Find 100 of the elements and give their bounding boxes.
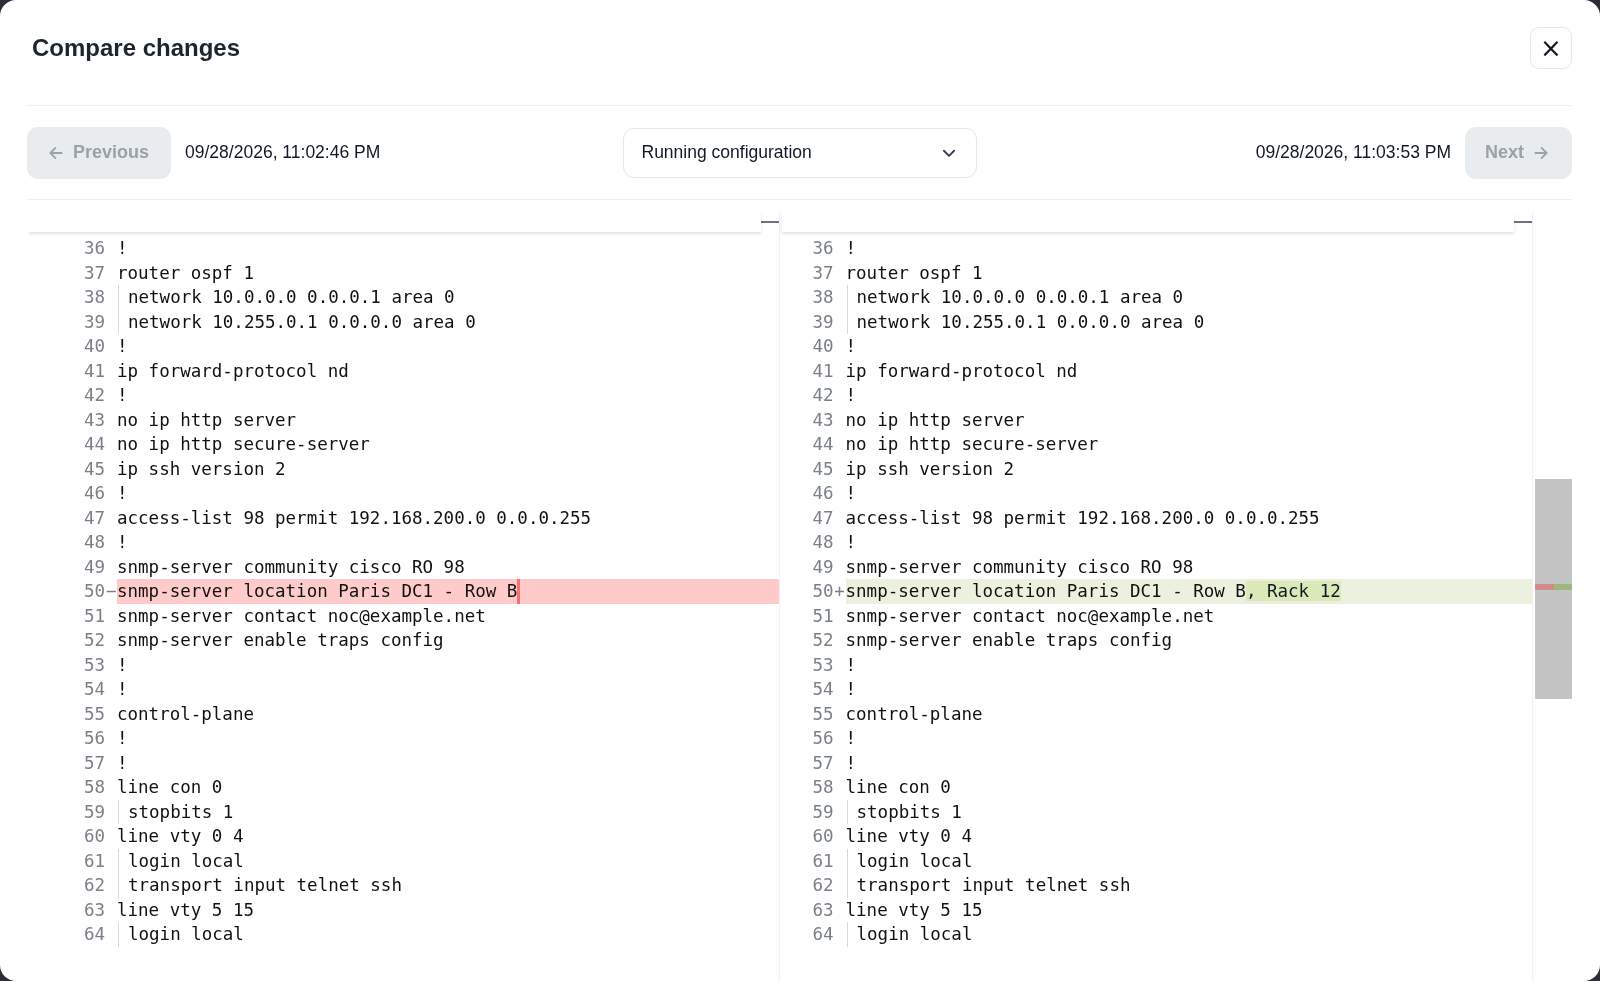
code-line: stopbits 1 [856, 801, 962, 822]
line-number: 39 [82, 311, 105, 332]
line-number: 41 [811, 360, 834, 381]
inserted-text: , Rack 12 [1245, 581, 1341, 602]
code-line: router ospf 1 [845, 262, 983, 283]
line-number: 38 [82, 287, 105, 308]
code-line: snmp-server location Paris DC1 - Row B [845, 581, 1246, 602]
code-line: ! [117, 336, 128, 357]
line-number: 61 [811, 850, 834, 871]
code-line: ! [845, 752, 857, 773]
code-line: ! [117, 483, 128, 504]
scroll-marker [760, 221, 779, 223]
code-line: snmp-server contact noc@example.net [117, 605, 486, 626]
line-number: 47 [82, 507, 105, 528]
line-number: 61 [82, 850, 105, 871]
line-number: 36 [82, 238, 105, 259]
code-line: no ip http server [117, 409, 297, 430]
line-number: 43 [811, 409, 834, 430]
line-number: 53 [811, 654, 834, 675]
line-number: 55 [82, 703, 105, 724]
line-number: 63 [82, 899, 105, 920]
scroll-marker [1514, 221, 1533, 223]
code-line: ! [117, 679, 128, 700]
line-number: 42 [82, 385, 105, 406]
code-line: snmp-server enable traps config [117, 630, 444, 651]
line-number: 47 [811, 507, 834, 528]
code-line: ip forward-protocol nd [117, 360, 349, 381]
line-number: 51 [82, 605, 105, 626]
line-number: 37 [82, 262, 105, 283]
code-line: line vty 0 4 [845, 826, 972, 847]
code-line: access-list 98 permit 192.168.200.0 0.0.0.255 [117, 507, 592, 528]
code-line: no ip http secure-server [117, 434, 370, 455]
line-number: 52 [82, 630, 105, 651]
line-number: 56 [811, 728, 834, 749]
line-number: 37 [811, 262, 834, 283]
code-line: control-plane [845, 703, 983, 724]
line-number: 56 [82, 728, 105, 749]
deletion-marker [517, 579, 521, 604]
code-line: access-list 98 permit 192.168.200.0 0.0.0.255 [845, 507, 1320, 528]
code-line: snmp-server community cisco RO 98 [845, 556, 1194, 577]
line-number: 36 [811, 238, 834, 259]
code-line: no ip http secure-server [845, 434, 1099, 455]
line-number: 52 [811, 630, 834, 651]
code-line: control-plane [117, 703, 254, 724]
code-line: ip ssh version 2 [845, 458, 1015, 479]
code-line: stopbits 1 [128, 801, 234, 822]
line-number: 60 [811, 826, 834, 847]
line-number: 49 [82, 556, 105, 577]
code-line: snmp-server location Paris DC1 - Row B [117, 581, 518, 602]
code-line: ! [117, 532, 128, 553]
line-number: 57 [811, 752, 834, 773]
code-line: ! [117, 238, 128, 259]
line-number: 48 [811, 532, 834, 553]
line-number: 49 [811, 556, 834, 577]
code-line: router ospf 1 [117, 262, 254, 283]
code-line: ! [845, 385, 857, 406]
timestamp: 09/28/2026, 11:03:53 PM [1255, 142, 1451, 163]
code-line: ! [845, 532, 857, 553]
code-line: network 10.255.0.1 0.0.0.0 area 0 [128, 311, 476, 332]
line-number: 55 [811, 703, 834, 724]
line-number: 38 [811, 287, 834, 308]
code-line: login local [128, 850, 244, 871]
line-number: 51 [811, 605, 834, 626]
config-select[interactable]: Running configuration [622, 127, 977, 178]
code-line: ! [117, 654, 128, 675]
code-line: login local [856, 850, 973, 871]
close-button[interactable]: × [1530, 26, 1572, 69]
code-line: ! [117, 728, 128, 749]
code-line: ip forward-protocol nd [845, 360, 1078, 381]
line-number: 58 [811, 777, 834, 798]
code-line: line vty 5 15 [117, 899, 254, 920]
code-line: ip ssh version 2 [117, 458, 286, 479]
dialog-title: Compare changes [32, 33, 241, 62]
line-number: 53 [82, 654, 105, 675]
code-line: snmp-server community cisco RO 98 [117, 556, 465, 577]
line-number: 59 [811, 801, 834, 822]
code-line: snmp-server contact noc@example.net [845, 605, 1215, 626]
code-line: ! [845, 679, 857, 700]
code-line: ! [845, 483, 857, 504]
code-line: line con 0 [117, 777, 223, 798]
code-line: login local [128, 924, 244, 945]
line-number: 44 [82, 434, 105, 455]
line-number: 58 [82, 777, 105, 798]
line-number: 64 [82, 924, 105, 945]
line-number: 54 [82, 679, 105, 700]
code-line: network 10.255.0.1 0.0.0.0 area 0 [856, 311, 1205, 332]
line-number: 41 [82, 360, 105, 381]
code-line: ! [845, 654, 857, 675]
code-line: login local [856, 924, 973, 945]
code-line: no ip http server [845, 409, 1025, 430]
code-line: snmp-server enable traps config [845, 630, 1173, 651]
line-number: 62 [82, 875, 105, 896]
diff-sign: − [105, 581, 117, 602]
line-number: 64 [811, 924, 834, 945]
line-number: 40 [82, 336, 105, 357]
line-number: 44 [811, 434, 834, 455]
code-line: network 10.0.0.0 0.0.0.1 area 0 [128, 287, 455, 308]
scroll-thumb[interactable] [1535, 479, 1572, 699]
code-line: transport input telnet ssh [128, 875, 402, 896]
code-line: ! [117, 385, 128, 406]
